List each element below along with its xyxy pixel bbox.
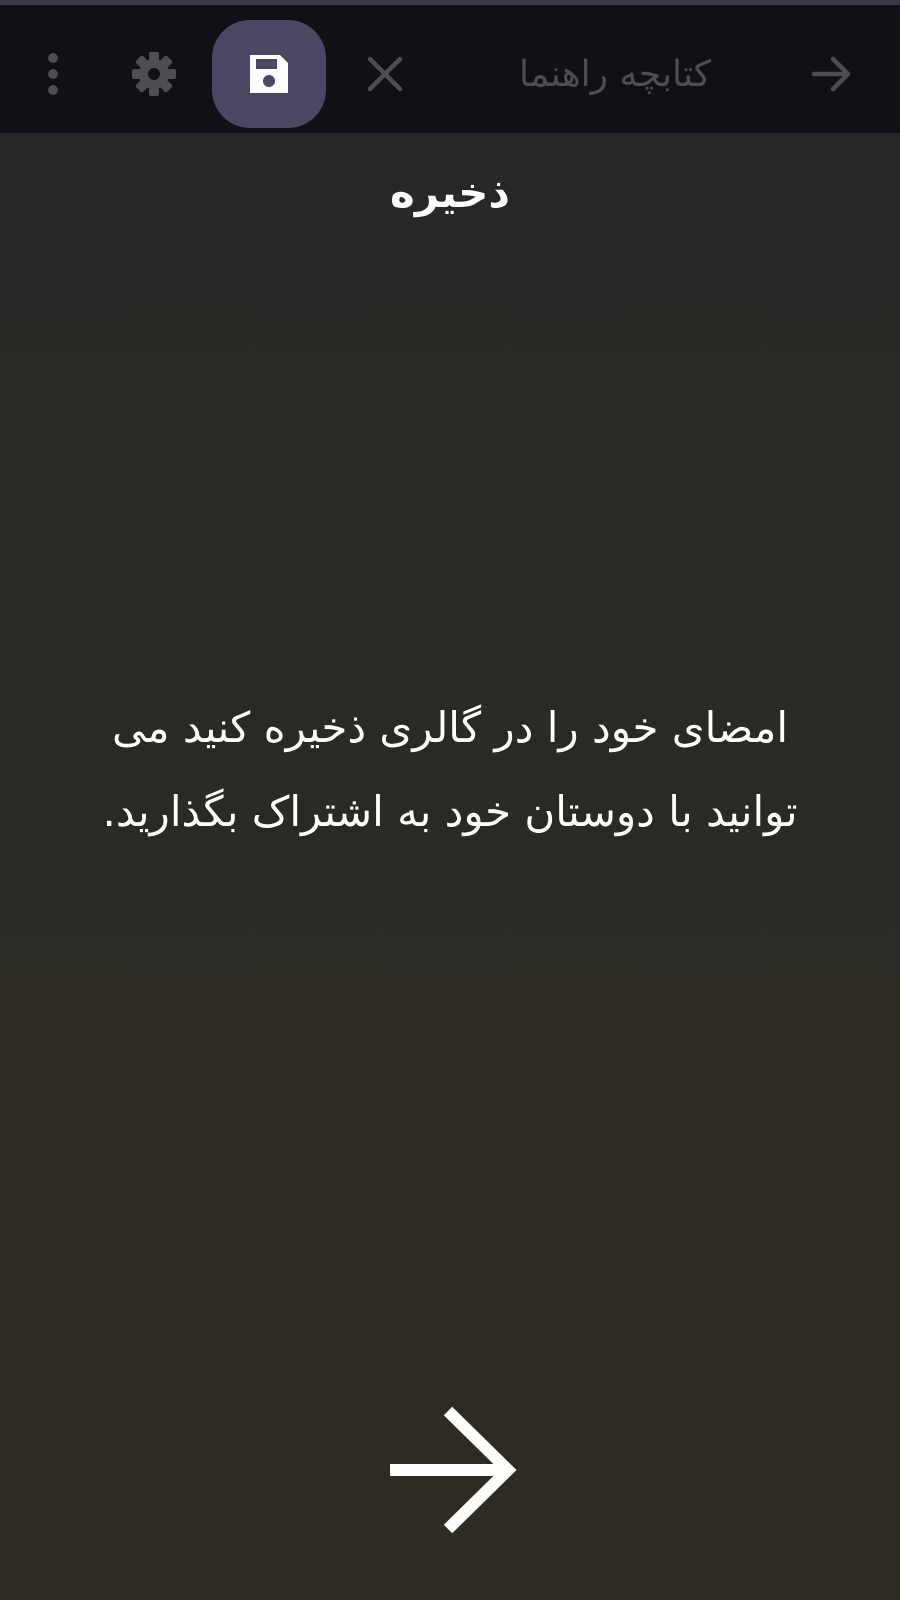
vertical-ellipsis-icon — [48, 53, 58, 95]
next-button[interactable] — [370, 1400, 530, 1540]
settings-button[interactable] — [115, 35, 193, 113]
app-bar: کتابچه راهنما — [0, 5, 900, 133]
arrow-right-icon — [811, 56, 851, 92]
app-title: کتابچه راهنما — [519, 54, 711, 95]
close-button[interactable] — [346, 35, 424, 113]
section-title: ذخیره — [390, 168, 510, 217]
back-button[interactable] — [793, 35, 871, 113]
overflow-menu-button[interactable] — [14, 35, 92, 113]
close-icon — [367, 56, 403, 92]
gear-icon — [132, 52, 176, 96]
floppy-disk-save-icon — [250, 55, 288, 93]
save-button[interactable] — [212, 20, 326, 128]
description-text: امضای خود را در گالری ذخیره کنید می توان… — [102, 703, 798, 836]
arrow-right-icon — [390, 1406, 517, 1534]
